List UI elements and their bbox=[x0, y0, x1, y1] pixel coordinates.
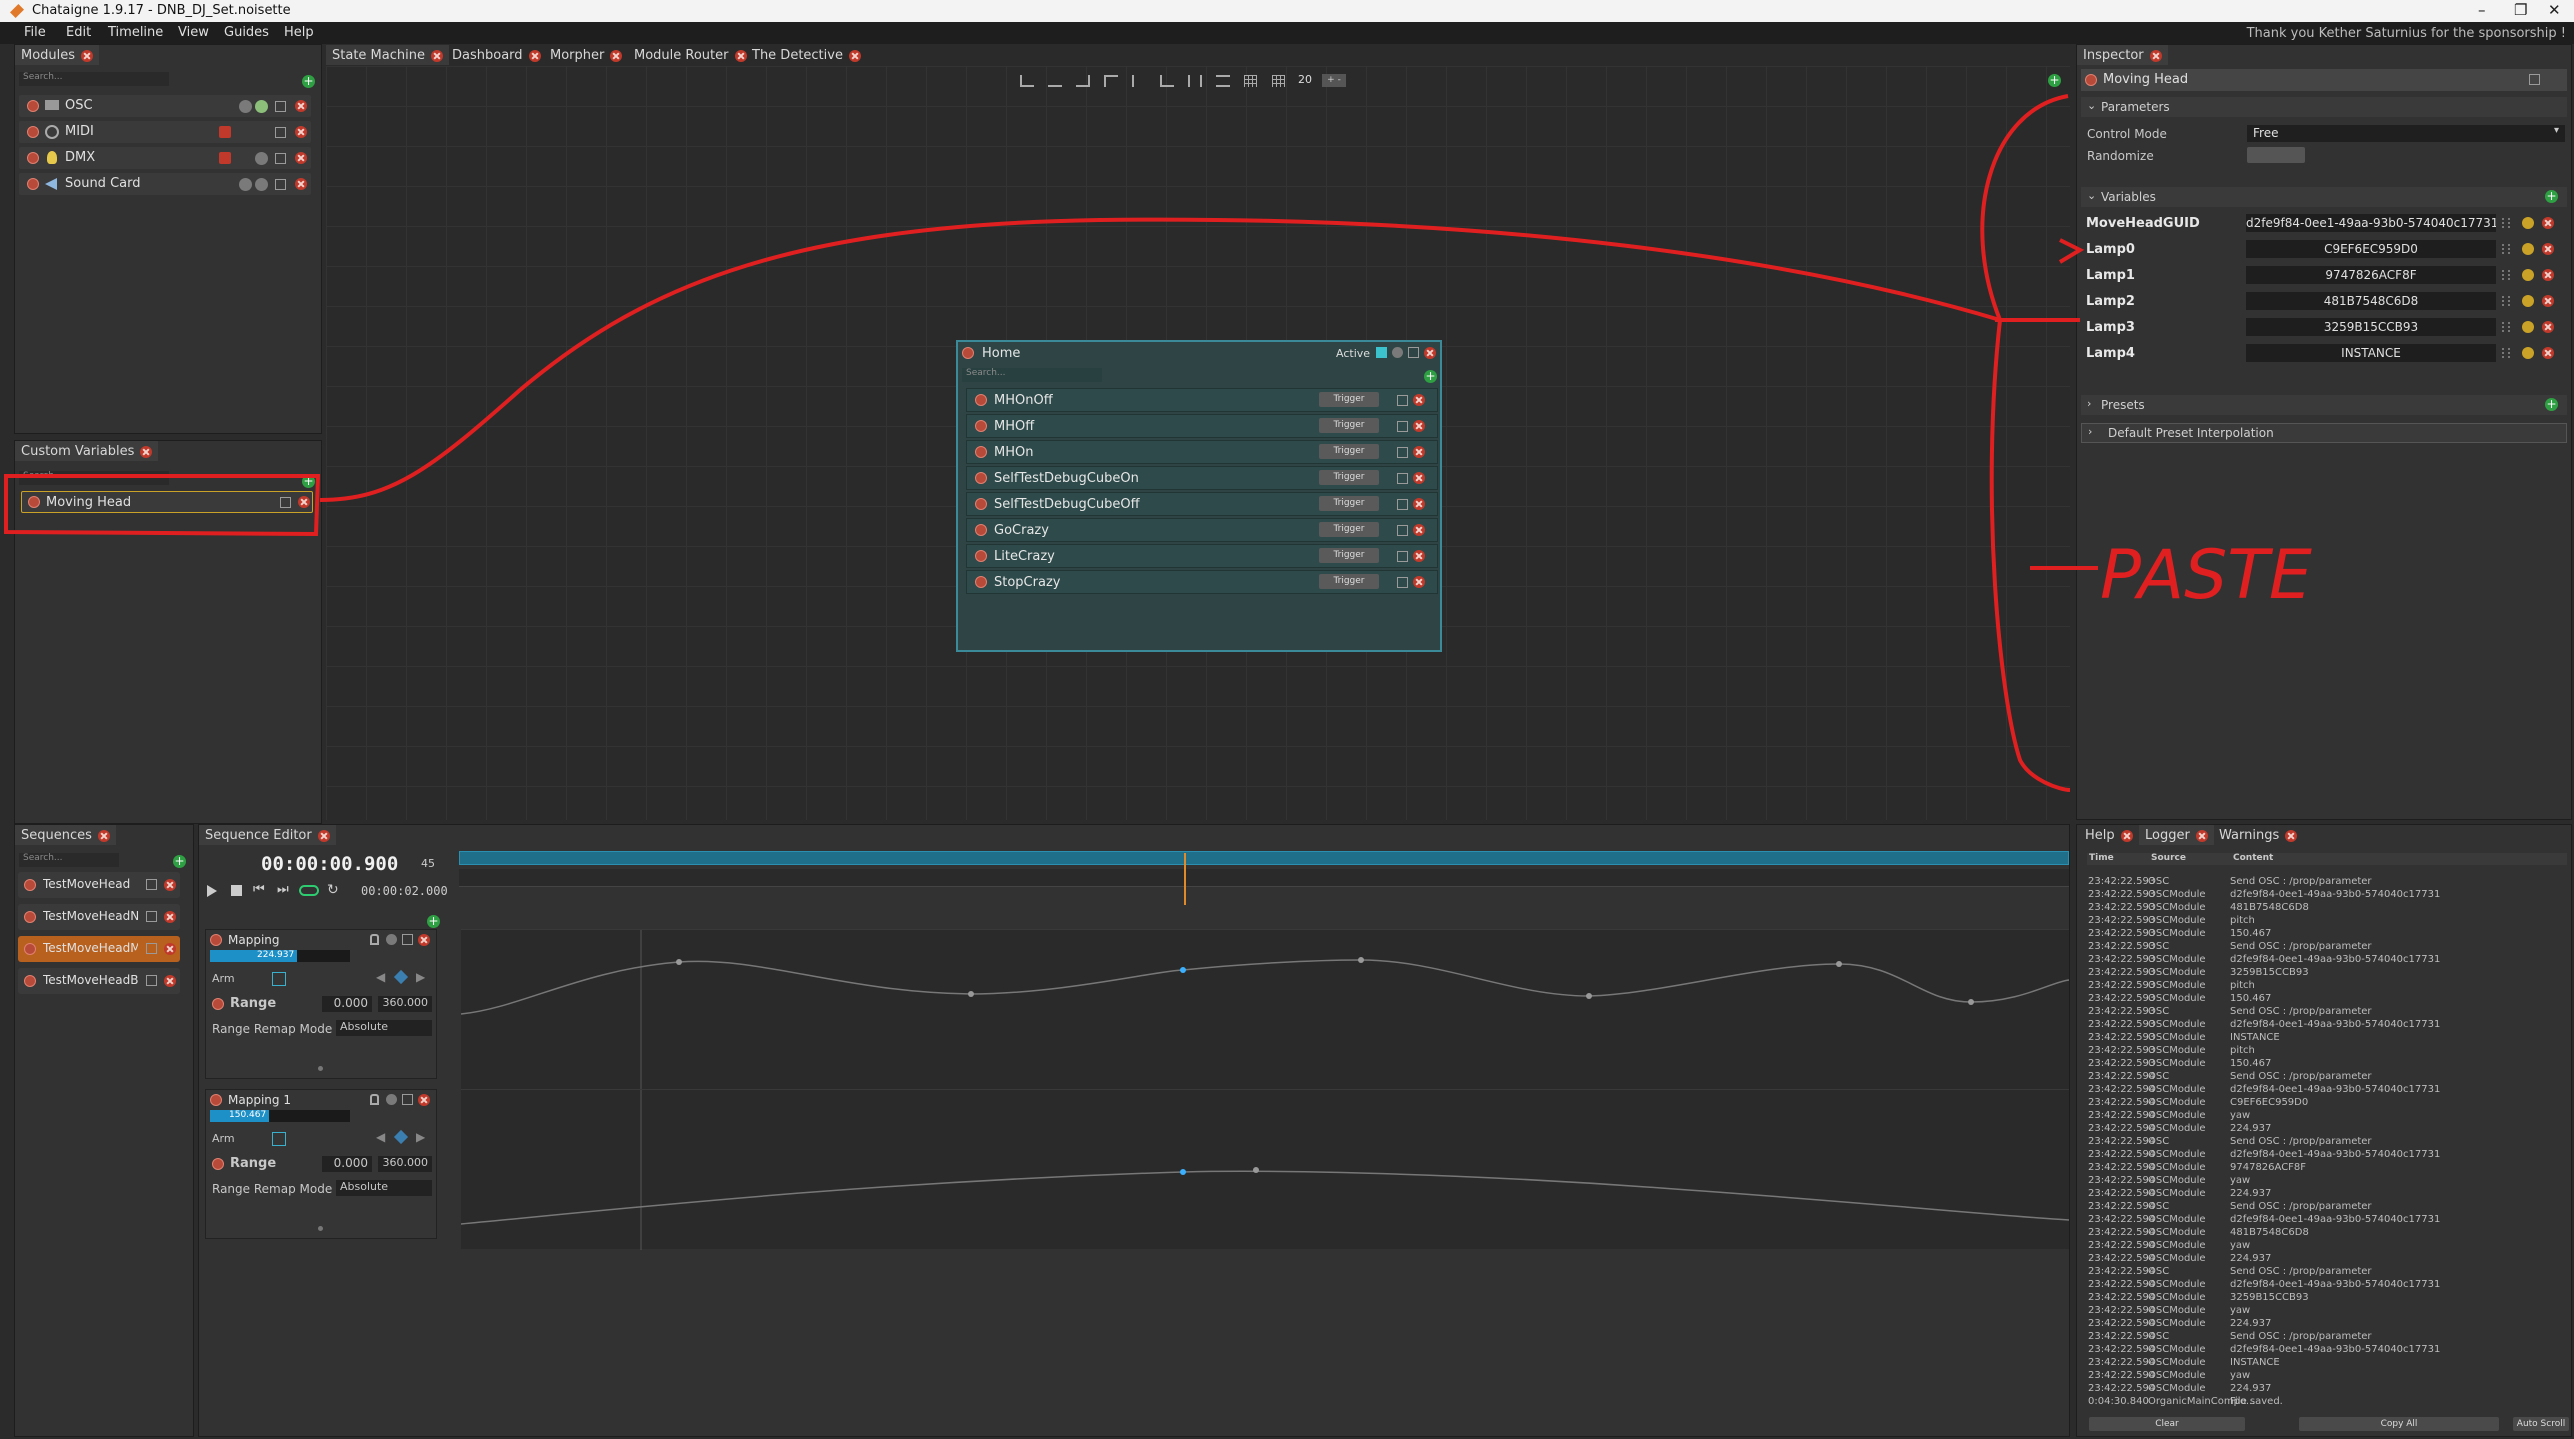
bracket-line bbox=[1980, 94, 2071, 792]
arrow-head-icon bbox=[1995, 238, 2085, 322]
highlight-box-moving-head bbox=[3, 474, 321, 537]
arrow-line bbox=[319, 217, 2080, 502]
paste-annotation: PASTE bbox=[2100, 536, 2312, 615]
annotation-overlay: PASTE bbox=[3, 94, 2312, 792]
